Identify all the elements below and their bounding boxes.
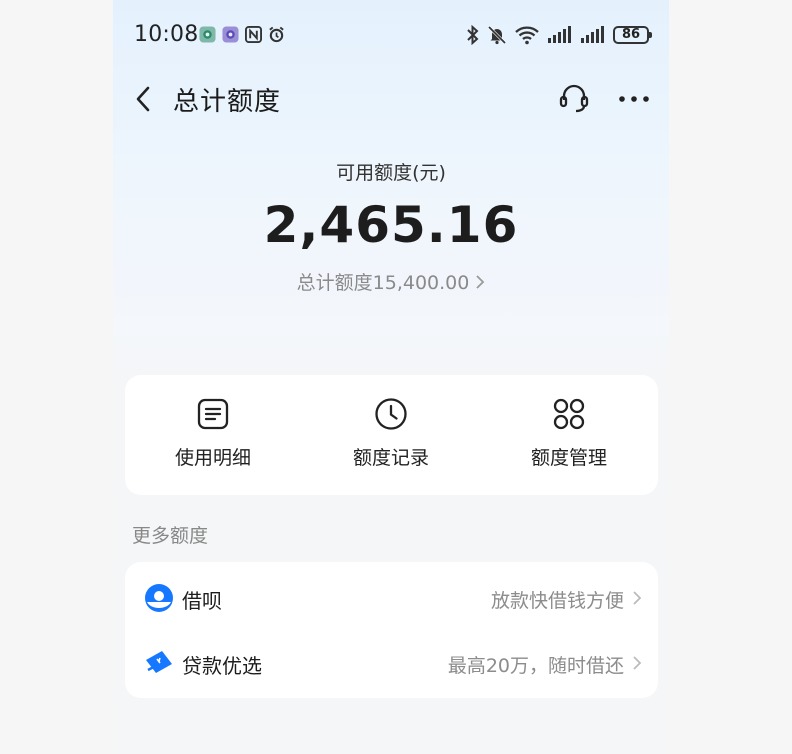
chevron-right-icon <box>633 656 642 670</box>
chevron-right-icon <box>633 591 642 605</box>
app-notification-icon <box>222 26 239 43</box>
phone-screen: 10:08 86 总计额度 可用额度(元) 2,465.16 总计额度15,40… <box>113 0 669 754</box>
wifi-icon <box>515 26 539 45</box>
document-list-icon <box>197 398 229 430</box>
loan-ticket-icon <box>146 651 172 673</box>
page-title: 总计额度 <box>173 87 282 117</box>
list-item-desc: 最高20万，随时借还 <box>447 655 624 677</box>
list-item-name: 贷款优选 <box>182 654 262 678</box>
usage-details-button[interactable]: 使用明细 <box>143 397 283 470</box>
more-credit-card: 借呗 放款快借钱方便 贷款优选 最高20万，随时借还 <box>125 562 658 698</box>
system-icons: 86 <box>466 25 652 45</box>
back-arrow-icon[interactable] <box>131 82 157 116</box>
jiebei-logo-icon <box>145 584 173 612</box>
status-time: 10:08 <box>134 22 199 47</box>
alarm-icon <box>269 26 284 43</box>
credit-management-label: 额度管理 <box>530 447 607 469</box>
list-item-loan-select[interactable]: 贷款优选 最高20万，随时借还 <box>125 630 658 696</box>
app-notification-icon <box>199 26 216 43</box>
chevron-right-icon <box>476 274 485 289</box>
available-credit-amount: 2,465.16 <box>263 196 519 254</box>
list-item-desc: 放款快借钱方便 <box>490 590 624 612</box>
more-options-icon[interactable] <box>614 84 654 114</box>
list-item-jiebei[interactable]: 借呗 放款快借钱方便 <box>125 565 658 631</box>
credit-record-button[interactable]: 额度记录 <box>321 397 461 470</box>
total-credit-label: 总计额度15,400.00 <box>296 272 470 294</box>
battery-indicator: 86 <box>613 26 652 44</box>
usage-details-label: 使用明细 <box>174 447 251 469</box>
list-item-name: 借呗 <box>182 589 222 613</box>
total-credit-link[interactable]: 总计额度15,400.00 <box>113 268 669 295</box>
signal-icon <box>548 26 571 43</box>
notification-icons <box>199 26 285 43</box>
credit-management-button[interactable]: 额度管理 <box>499 397 639 470</box>
mute-bell-icon <box>487 25 507 45</box>
bluetooth-icon <box>467 25 479 45</box>
signal-icon <box>581 26 604 43</box>
nfc-icon <box>245 26 262 43</box>
credit-record-label: 额度记录 <box>352 447 429 469</box>
grid-apps-icon <box>553 398 585 430</box>
clock-icon <box>375 398 407 430</box>
nav-header: 总计额度 <box>113 74 669 122</box>
status-bar: 10:08 86 <box>113 0 669 72</box>
more-credit-section-title: 更多额度 <box>132 525 209 547</box>
available-credit-label: 可用额度(元) <box>336 162 446 184</box>
customer-service-icon[interactable] <box>557 81 591 115</box>
actions-card: 使用明细 额度记录 额度管理 <box>125 375 658 495</box>
